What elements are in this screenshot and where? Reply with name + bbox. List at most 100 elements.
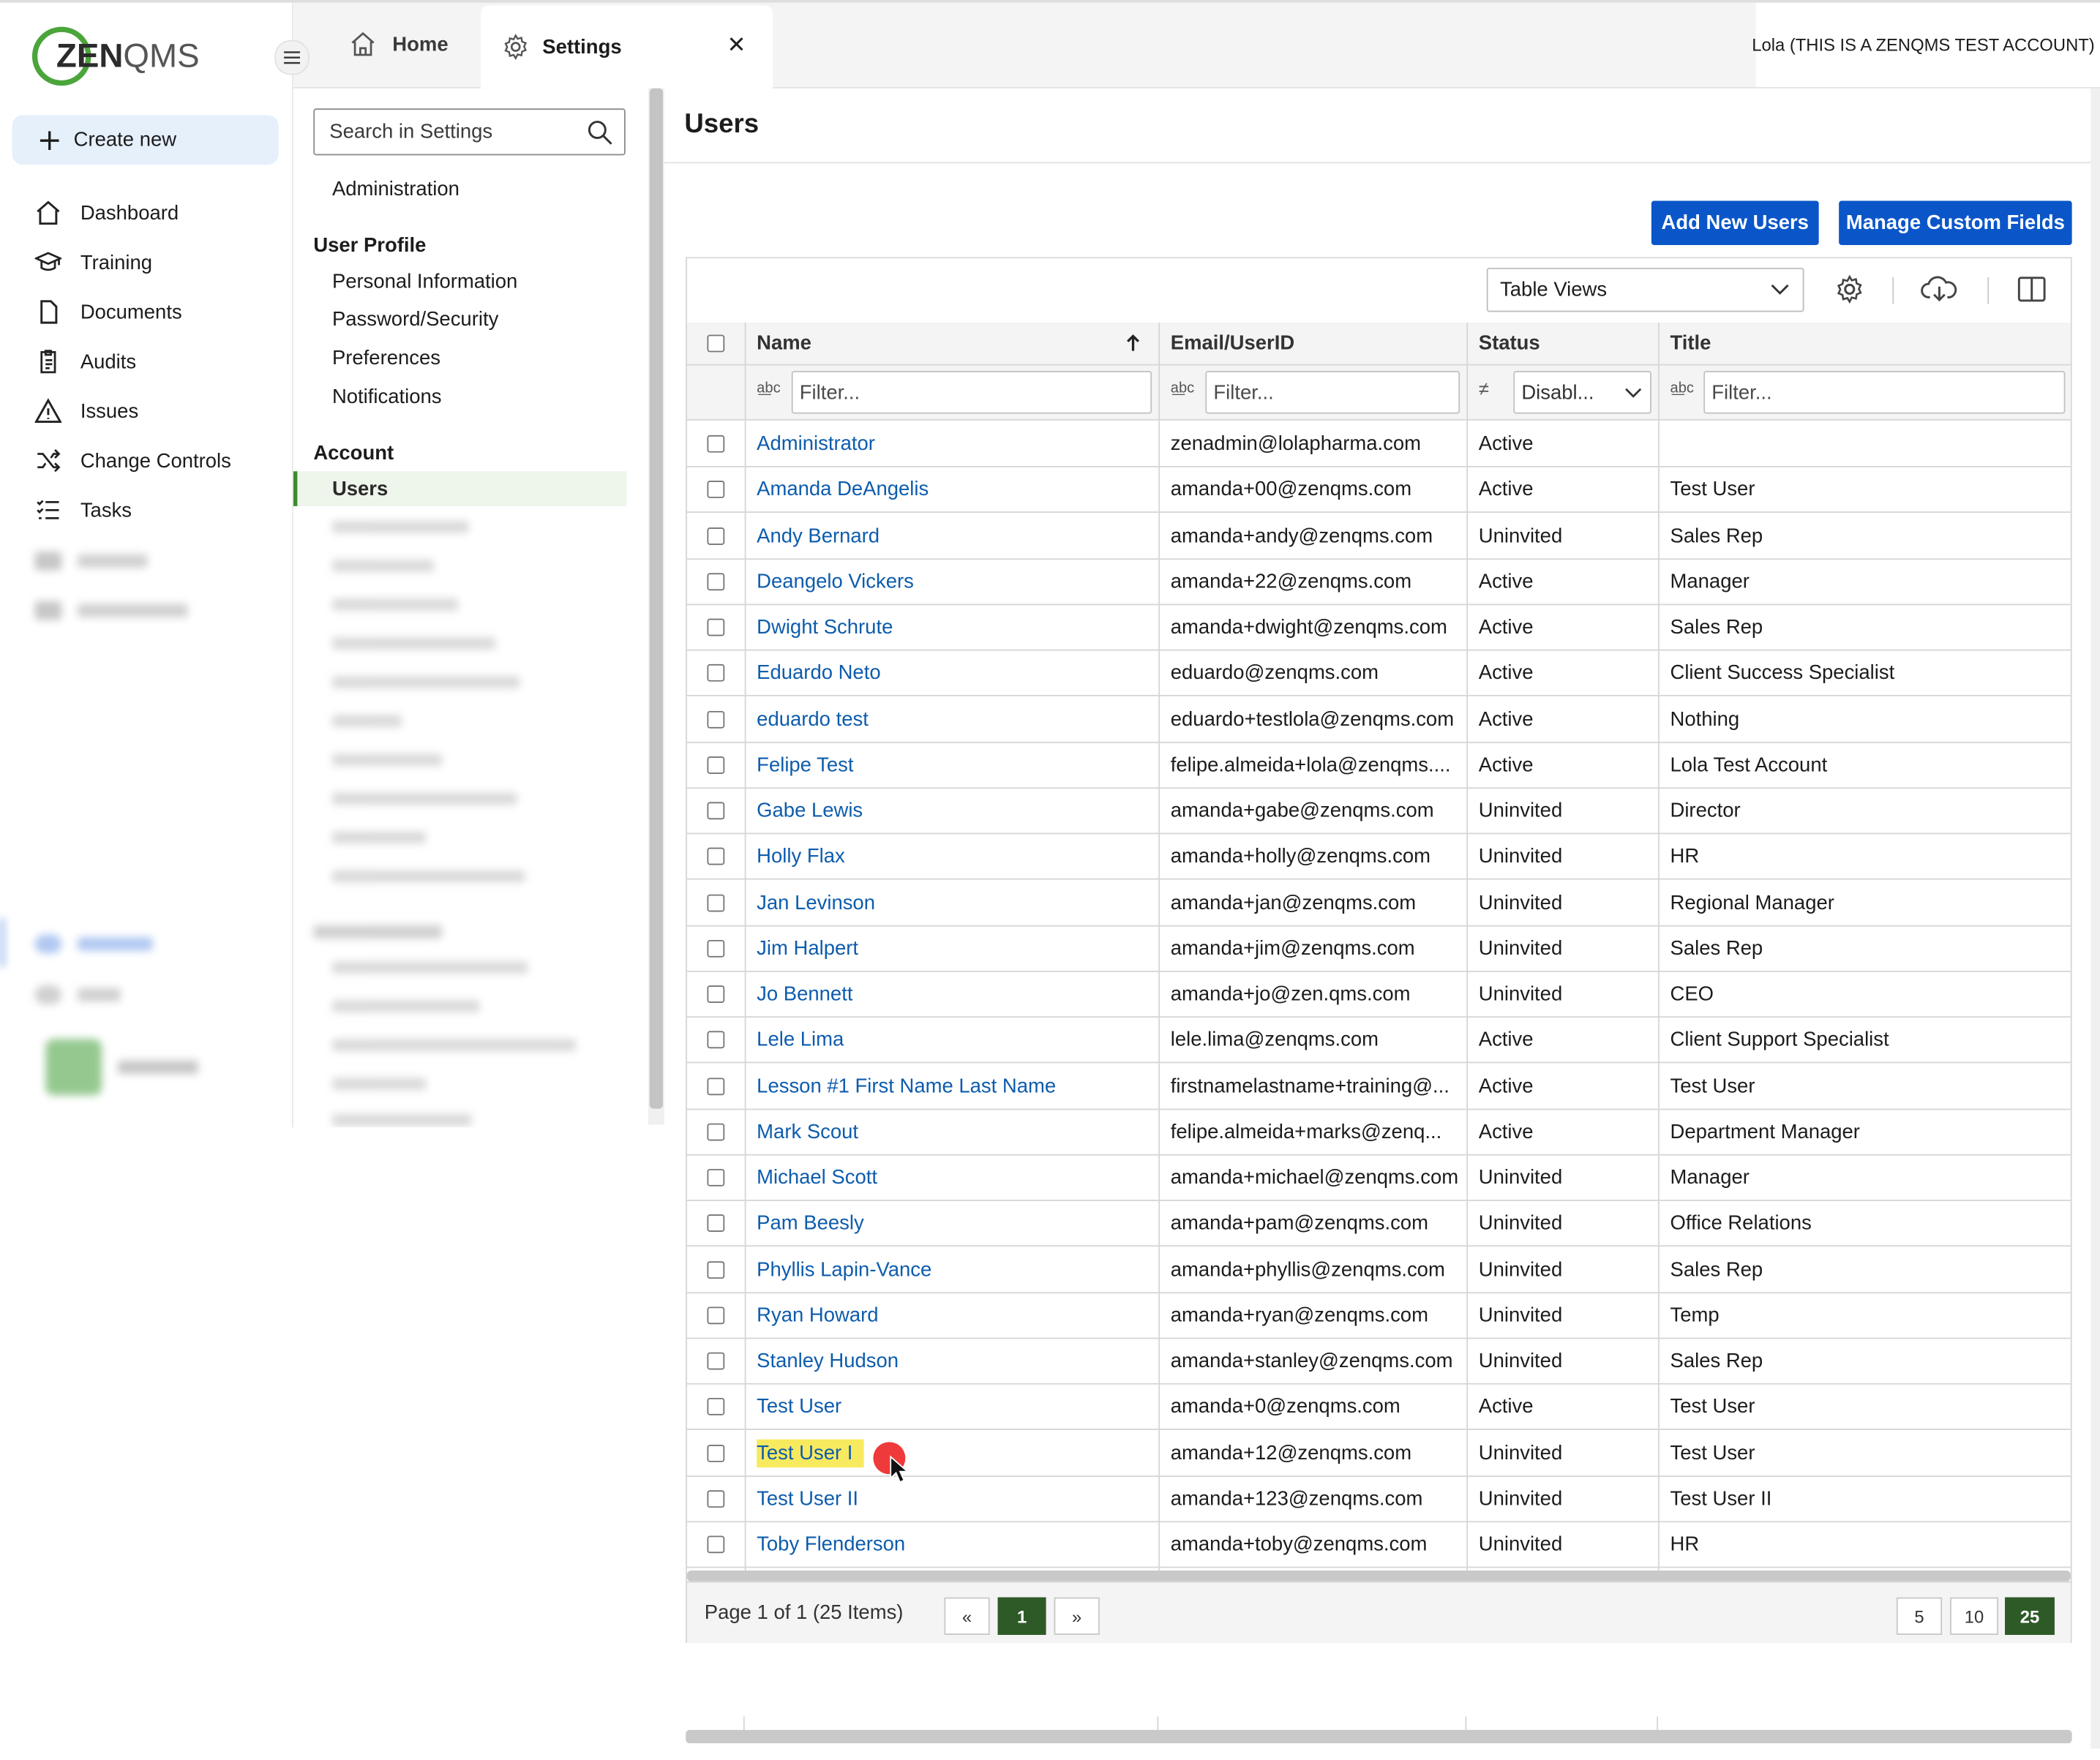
row-checkbox[interactable] bbox=[707, 1444, 725, 1462]
user-name-link[interactable]: Stanley Hudson bbox=[757, 1350, 899, 1372]
not-equal-filter-icon[interactable]: ≠ bbox=[1479, 377, 1489, 399]
bottom-horizontal-scrollbar[interactable] bbox=[686, 1729, 2072, 1744]
table-settings-gear-icon[interactable] bbox=[1835, 274, 1864, 304]
add-new-users-button[interactable]: Add New Users bbox=[1651, 200, 1819, 245]
table-row[interactable]: Test User amanda+0@zenqms.com Active Test U… bbox=[686, 1385, 2071, 1431]
user-name-link[interactable]: Jo Bennett bbox=[757, 983, 852, 1006]
user-name-link[interactable]: Mark Scout bbox=[757, 1121, 858, 1143]
nav-documents[interactable]: Documents bbox=[0, 290, 292, 334]
row-checkbox[interactable] bbox=[707, 1123, 725, 1141]
status-filter-select[interactable]: Disabl... bbox=[1513, 371, 1651, 414]
user-name-link[interactable]: Phyllis Lapin-Vance bbox=[757, 1258, 931, 1281]
nav-dashboard[interactable]: Dashboard bbox=[0, 192, 292, 235]
column-header-email[interactable]: Email/UserID bbox=[1171, 323, 1294, 364]
user-name-link[interactable]: Toby Flenderson bbox=[757, 1533, 905, 1556]
table-row[interactable]: Jo Bennett amanda+jo@zen.qms.com Uninvited… bbox=[686, 972, 2071, 1018]
user-name-link[interactable]: Lesson #1 First Name Last Name bbox=[757, 1075, 1056, 1097]
user-name-link[interactable]: Holly Flax bbox=[757, 845, 845, 868]
sort-ascending-icon[interactable] bbox=[1125, 334, 1141, 353]
nav-change-controls[interactable]: Change Controls bbox=[0, 439, 292, 482]
row-checkbox[interactable] bbox=[707, 1031, 725, 1049]
table-row[interactable]: Pam Beesly amanda+pam@zenqms.com Uninvited… bbox=[686, 1201, 2071, 1247]
create-new-button[interactable]: Create new bbox=[12, 115, 279, 165]
user-name-link[interactable]: Deangelo Vickers bbox=[757, 570, 914, 593]
user-name-link[interactable]: Jim Halpert bbox=[757, 937, 858, 960]
nav-issues[interactable]: Issues bbox=[0, 390, 292, 433]
tab-settings[interactable]: Settings ✕ bbox=[481, 5, 773, 89]
settings-nav-preferences[interactable]: Preferences bbox=[332, 347, 440, 369]
zenqms-logo[interactable]: ZEN QMS bbox=[31, 24, 206, 91]
row-checkbox[interactable] bbox=[707, 1214, 725, 1233]
user-name-link[interactable]: Felipe Test bbox=[757, 753, 853, 776]
table-row[interactable]: Amanda DeAngelis amanda+00@zenqms.com Acti… bbox=[686, 467, 2071, 514]
page-size-25-button[interactable]: 25 bbox=[2005, 1597, 2055, 1635]
page-scrollbar[interactable] bbox=[2090, 88, 2100, 1749]
title-filter-input[interactable] bbox=[1703, 371, 2066, 414]
row-checkbox[interactable] bbox=[707, 1077, 725, 1095]
row-checkbox[interactable] bbox=[707, 802, 725, 820]
row-checkbox[interactable] bbox=[707, 435, 725, 453]
select-all-checkbox[interactable] bbox=[707, 334, 725, 353]
user-name-link[interactable]: Michael Scott bbox=[757, 1166, 877, 1189]
table-row[interactable]: Phyllis Lapin-Vance amanda+phyllis@zenqms… bbox=[686, 1247, 2071, 1293]
table-row[interactable]: eduardo test eduardo+testlola@zenqms.com A… bbox=[686, 697, 2071, 742]
user-name-link[interactable]: Dwight Schrute bbox=[757, 616, 893, 639]
nav-tasks[interactable]: Tasks bbox=[0, 489, 292, 532]
user-name-link[interactable]: Gabe Lewis bbox=[757, 800, 863, 822]
previous-page-button[interactable]: « bbox=[944, 1597, 990, 1635]
settings-search-input[interactable] bbox=[326, 119, 574, 145]
account-menu[interactable]: Lola (THIS IS A ZENQMS TEST ACCOUNT) bbox=[1752, 2, 2100, 87]
row-checkbox[interactable] bbox=[707, 1535, 725, 1554]
row-checkbox[interactable] bbox=[707, 710, 725, 728]
row-checkbox[interactable] bbox=[707, 1260, 725, 1279]
user-name-link[interactable]: Ryan Howard bbox=[757, 1304, 878, 1326]
user-name-link[interactable]: Test User I bbox=[757, 1438, 864, 1467]
table-horizontal-scrollbar[interactable] bbox=[686, 1571, 2071, 1582]
table-row[interactable]: Dwight Schrute amanda+dwight@zenqms.com Ac… bbox=[686, 605, 2071, 651]
user-name-link[interactable]: Amanda DeAngelis bbox=[757, 478, 929, 501]
row-checkbox[interactable] bbox=[707, 939, 725, 958]
manage-custom-fields-button[interactable]: Manage Custom Fields bbox=[1839, 200, 2072, 245]
row-checkbox[interactable] bbox=[707, 664, 725, 682]
table-row[interactable]: Michael Scott amanda+michael@zenqms.com Un… bbox=[686, 1156, 2071, 1201]
row-checkbox[interactable] bbox=[707, 481, 725, 499]
table-row[interactable]: Administrator zenadmin@lolapharma.com Acti… bbox=[686, 422, 2071, 467]
next-page-button[interactable]: » bbox=[1054, 1597, 1100, 1635]
table-row[interactable]: Holly Flax amanda+holly@zenqms.com Uninvit… bbox=[686, 835, 2071, 881]
row-checkbox[interactable] bbox=[707, 756, 725, 774]
page-size-10-button[interactable]: 10 bbox=[1950, 1597, 1998, 1635]
column-header-status[interactable]: Status bbox=[1479, 323, 1540, 364]
table-row[interactable]: Ryan Howard amanda+ryan@zenqms.com Uninvit… bbox=[686, 1293, 2071, 1339]
table-row[interactable]: Gabe Lewis amanda+gabe@zenqms.com Uninvite… bbox=[686, 789, 2071, 835]
row-checkbox[interactable] bbox=[707, 618, 725, 636]
nav-audits[interactable]: Audits bbox=[0, 340, 292, 383]
settings-nav-users[interactable]: Users bbox=[332, 478, 388, 500]
page-size-5-button[interactable]: 5 bbox=[1896, 1597, 1943, 1635]
row-checkbox[interactable] bbox=[707, 1398, 725, 1416]
user-name-link[interactable]: Jan Levinson bbox=[757, 891, 875, 914]
row-checkbox[interactable] bbox=[707, 848, 725, 865]
table-views-dropdown[interactable]: Table Views bbox=[1486, 268, 1804, 312]
user-name-link[interactable]: Pam Beesly bbox=[757, 1212, 864, 1235]
row-checkbox[interactable] bbox=[707, 1306, 725, 1324]
row-checkbox[interactable] bbox=[707, 1168, 725, 1187]
column-header-title[interactable]: Title bbox=[1670, 323, 1711, 364]
user-name-link[interactable]: eduardo test bbox=[757, 707, 869, 730]
tab-home[interactable]: Home bbox=[293, 5, 479, 83]
search-icon[interactable] bbox=[587, 119, 614, 146]
user-name-link[interactable]: Eduardo Neto bbox=[757, 662, 880, 685]
name-filter-input[interactable] bbox=[791, 371, 1152, 414]
collapse-sidebar-button[interactable] bbox=[274, 40, 310, 75]
user-name-link[interactable]: Administrator bbox=[757, 432, 875, 455]
settings-panel-scrollbar[interactable] bbox=[648, 88, 664, 1125]
column-header-name[interactable]: Name bbox=[757, 323, 811, 364]
row-checkbox[interactable] bbox=[707, 1489, 725, 1508]
email-filter-input[interactable] bbox=[1205, 371, 1460, 414]
text-filter-icon[interactable]: a͟bc bbox=[757, 380, 780, 396]
settings-nav-notifications[interactable]: Notifications bbox=[332, 386, 442, 408]
settings-nav-personal-information[interactable]: Personal Information bbox=[332, 271, 517, 293]
column-chooser-icon[interactable] bbox=[2017, 274, 2047, 304]
settings-search[interactable] bbox=[313, 108, 626, 156]
table-row[interactable]: Lesson #1 First Name Last Name firstnamel… bbox=[686, 1064, 2071, 1110]
table-row[interactable]: Jan Levinson amanda+jan@zenqms.com Uninvit… bbox=[686, 880, 2071, 926]
